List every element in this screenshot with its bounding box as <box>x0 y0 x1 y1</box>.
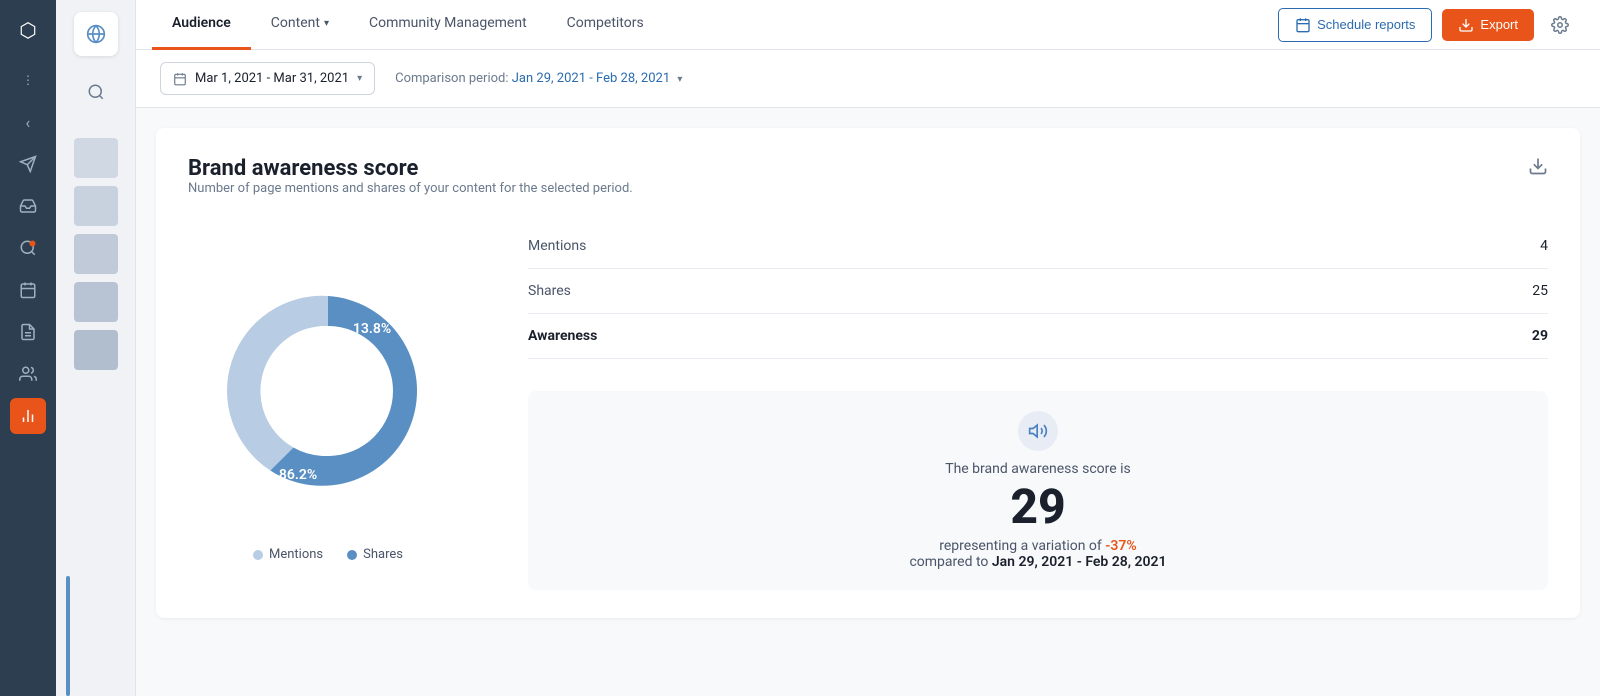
export-button[interactable]: Export <box>1442 9 1534 41</box>
topnav: Audience Content ▾ Community Management … <box>136 0 1600 50</box>
date-range-picker[interactable]: Mar 1, 2021 - Mar 31, 2021 ▾ <box>160 62 375 95</box>
card-subtitle: Number of page mentions and shares of yo… <box>188 181 633 196</box>
people-icon[interactable] <box>10 356 46 392</box>
stats-panel: Mentions 4 Shares 25 Awareness 29 <box>528 224 1548 590</box>
channel-block-2[interactable] <box>74 186 118 226</box>
comparison-period-value: Jan 29, 2021 - Feb 28, 2021 <box>992 554 1167 570</box>
mentions-legend-dot <box>253 550 263 560</box>
awareness-comparison-period: compared to Jan 29, 2021 - Feb 28, 2021 <box>909 554 1166 570</box>
tab-audience[interactable]: Audience <box>152 0 251 50</box>
gear-icon <box>1551 16 1569 34</box>
back-icon[interactable]: › <box>10 104 46 140</box>
shares-legend-label: Shares <box>363 547 403 562</box>
search-notify-icon[interactable] <box>10 230 46 266</box>
awareness-info-box: The brand awareness score is 29 represen… <box>528 391 1548 590</box>
inbox-icon[interactable] <box>10 188 46 224</box>
shares-label: Shares <box>528 283 571 299</box>
channel-block-1[interactable] <box>74 138 118 178</box>
stat-row-mentions: Mentions 4 <box>528 224 1548 269</box>
calendar-icon <box>173 72 187 86</box>
download-button[interactable] <box>1528 156 1548 181</box>
stat-row-awareness: Awareness 29 <box>528 314 1548 359</box>
awareness-value: 29 <box>1532 328 1548 344</box>
channel-block-5[interactable] <box>74 330 118 370</box>
sidebar-light <box>56 0 136 696</box>
export-icon <box>1458 17 1474 33</box>
comparison-chevron-icon[interactable]: ▾ <box>677 74 682 85</box>
settings-button[interactable] <box>1544 9 1576 41</box>
awareness-variation-text: representing a variation of -37% <box>939 538 1137 554</box>
chart-stats-row: 13.8% 86.2% Mentions <box>188 224 1548 590</box>
sidebar-search-icon[interactable] <box>74 70 118 114</box>
mentions-legend-label: Mentions <box>269 547 323 562</box>
schedule-reports-button[interactable]: Schedule reports <box>1278 8 1432 42</box>
channel-block-4[interactable] <box>74 282 118 322</box>
card-title: Brand awareness score <box>188 156 633 181</box>
paper-plane-icon[interactable] <box>10 146 46 182</box>
sidebar-dark: ⬡ ⋮ › <box>0 0 56 696</box>
logo-icon[interactable]: ⬡ <box>10 12 46 48</box>
donut-chart: 13.8% 86.2% <box>188 251 468 531</box>
mentions-value: 4 <box>1540 238 1548 254</box>
dots-icon[interactable]: ⋮ <box>10 62 46 98</box>
donut-center <box>263 326 393 456</box>
shares-legend-dot <box>347 550 357 560</box>
legend-shares: Shares <box>347 547 403 562</box>
analytics-icon[interactable] <box>10 398 46 434</box>
report-icon[interactable] <box>10 314 46 350</box>
calendar-icon[interactable] <box>10 272 46 308</box>
schedule-icon <box>1295 17 1311 33</box>
stat-row-shares: Shares 25 <box>528 269 1548 314</box>
content-chevron-icon: ▾ <box>324 18 329 29</box>
shares-pct-label: 86.2% <box>279 467 317 483</box>
shares-value: 25 <box>1532 283 1548 299</box>
variation-percentage: -37% <box>1105 538 1136 554</box>
filterbar: Mar 1, 2021 - Mar 31, 2021 ▾ Comparison … <box>136 50 1600 108</box>
legend-mentions: Mentions <box>253 547 323 562</box>
tab-competitors[interactable]: Competitors <box>547 0 664 50</box>
tab-content[interactable]: Content ▾ <box>251 0 349 50</box>
mentions-label: Mentions <box>528 238 586 254</box>
nav-tabs: Audience Content ▾ Community Management … <box>152 0 1278 50</box>
channel-block-3[interactable] <box>74 234 118 274</box>
awareness-icon <box>1018 411 1058 451</box>
chart-legend: Mentions Shares <box>253 547 403 562</box>
comparison-period-text: Comparison period: Jan 29, 2021 - Feb 28… <box>395 71 682 86</box>
topnav-actions: Schedule reports Export <box>1278 8 1576 42</box>
main-content: Audience Content ▾ Community Management … <box>136 0 1600 696</box>
tab-community[interactable]: Community Management <box>349 0 547 50</box>
brand-awareness-card: Brand awareness score Number of page men… <box>156 128 1580 618</box>
date-picker-chevron-icon: ▾ <box>357 73 362 84</box>
card-title-group: Brand awareness score Number of page men… <box>188 156 633 220</box>
awareness-label: Awareness <box>528 328 597 344</box>
mentions-pct-label: 13.8% <box>353 321 391 337</box>
comparison-date-link[interactable]: Jan 29, 2021 - Feb 28, 2021 <box>512 71 670 86</box>
awareness-score: 29 <box>1010 481 1065 534</box>
donut-chart-container: 13.8% 86.2% Mentions <box>188 251 468 562</box>
awareness-description: The brand awareness score is <box>945 461 1131 477</box>
sidebar-network-icon[interactable] <box>74 12 118 56</box>
card-header: Brand awareness score Number of page men… <box>188 156 1548 220</box>
content-area: Brand awareness score Number of page men… <box>136 108 1600 696</box>
